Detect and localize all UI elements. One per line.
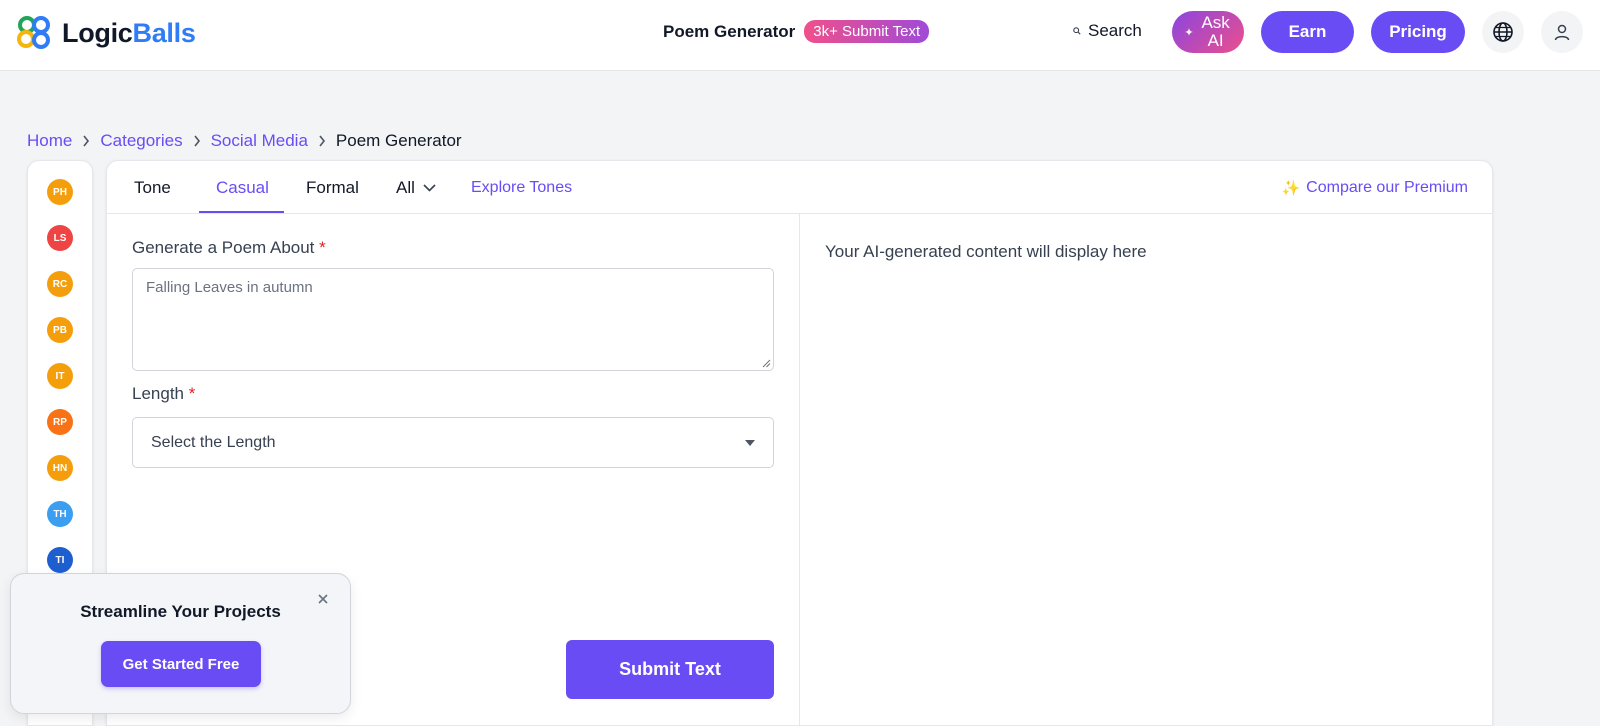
top-header: LogicBalls Poem Generator 3k+ Submit Tex… [0, 0, 1600, 71]
sidebar-item[interactable]: RP [47, 409, 73, 435]
logo[interactable]: LogicBalls [14, 14, 196, 52]
tone-tabs: Tone Casual Formal All Explore Tones ✨ C… [107, 161, 1492, 214]
search-label: Search [1088, 21, 1142, 40]
tab-casual[interactable]: Casual [216, 178, 269, 198]
search-icon [1073, 27, 1081, 35]
user-icon [1554, 24, 1570, 41]
get-started-free-button[interactable]: Get Started Free [101, 641, 261, 687]
breadcrumb-categories[interactable]: Categories [100, 131, 182, 151]
user-profile-button[interactable] [1541, 11, 1583, 53]
sidebar-item[interactable]: PB [47, 317, 73, 343]
ask-ai-button[interactable]: ✦ Ask AI [1172, 11, 1244, 53]
logo-icon [14, 14, 54, 52]
chevron-right-icon [183, 135, 211, 147]
sidebar-item[interactable]: TI [47, 547, 73, 573]
globe-icon [1493, 22, 1513, 42]
breadcrumb-social-media[interactable]: Social Media [211, 131, 308, 151]
tab-formal[interactable]: Formal [306, 178, 359, 198]
logo-text-part2: Balls [132, 17, 196, 48]
output-placeholder: Your AI-generated content will display h… [825, 242, 1147, 261]
active-tab-indicator [199, 211, 284, 213]
ask-ai-label: Ask AI [1201, 13, 1230, 50]
sidebar-item[interactable]: PH [47, 179, 73, 205]
resize-handle-icon[interactable] [762, 359, 771, 368]
chevron-right-icon [308, 135, 336, 147]
sidebar-item[interactable]: HN [47, 455, 73, 481]
length-label-text: Length [132, 384, 184, 403]
compare-premium-label: Compare our Premium [1306, 179, 1468, 196]
sidebar-item[interactable]: TH [47, 501, 73, 527]
sparkles-icon: ✨ [1281, 180, 1301, 197]
pricing-button[interactable]: Pricing [1371, 11, 1465, 53]
tool-title: Poem Generator [663, 21, 796, 41]
compare-premium-link[interactable]: ✨ Compare our Premium [1281, 179, 1468, 197]
required-mark: * [319, 238, 326, 257]
breadcrumb: Home Categories Social Media Poem Genera… [27, 131, 462, 151]
sparkle-icon: ✦ [1184, 26, 1194, 39]
panel-divider [799, 214, 800, 726]
sidebar-item[interactable]: RC [47, 271, 73, 297]
chevron-right-icon [72, 135, 100, 147]
breadcrumb-home[interactable]: Home [27, 131, 72, 151]
tone-label: Tone [134, 178, 171, 197]
sidebar-item[interactable]: LS [47, 225, 73, 251]
header-tool-title: Poem Generator 3k+ Submit Text [663, 20, 930, 43]
topic-placeholder: Falling Leaves in autumn [146, 279, 313, 296]
length-select[interactable]: Select the Length [132, 417, 774, 468]
tab-all-label: All [396, 178, 415, 197]
language-button[interactable] [1482, 11, 1524, 53]
search-button[interactable]: Search [1073, 21, 1142, 41]
usage-badge: 3k+ Submit Text [804, 20, 930, 43]
popup-title: Streamline Your Projects [80, 602, 281, 621]
submit-text-button[interactable]: Submit Text [566, 640, 774, 699]
dropdown-arrow-icon [745, 439, 755, 446]
explore-tones-link[interactable]: Explore Tones [471, 179, 572, 197]
length-selected-value: Select the Length [151, 433, 276, 451]
logo-text: LogicBalls [62, 18, 196, 49]
earn-button[interactable]: Earn [1261, 11, 1354, 53]
chevron-down-icon [423, 184, 436, 192]
close-icon[interactable] [316, 592, 330, 606]
breadcrumb-current: Poem Generator [335, 131, 462, 150]
logo-text-part1: Logic [62, 17, 133, 48]
topic-label-text: Generate a Poem About [132, 238, 315, 257]
tab-all-dropdown[interactable]: All [396, 178, 436, 198]
length-field-label: Length * [132, 384, 195, 404]
sidebar-item[interactable]: IT [47, 363, 73, 389]
required-mark: * [188, 384, 196, 403]
promo-popup: Streamline Your Projects Get Started Fre… [10, 573, 351, 714]
poem-topic-textarea[interactable]: Falling Leaves in autumn [132, 268, 774, 371]
topic-field-label: Generate a Poem About * [132, 238, 326, 258]
